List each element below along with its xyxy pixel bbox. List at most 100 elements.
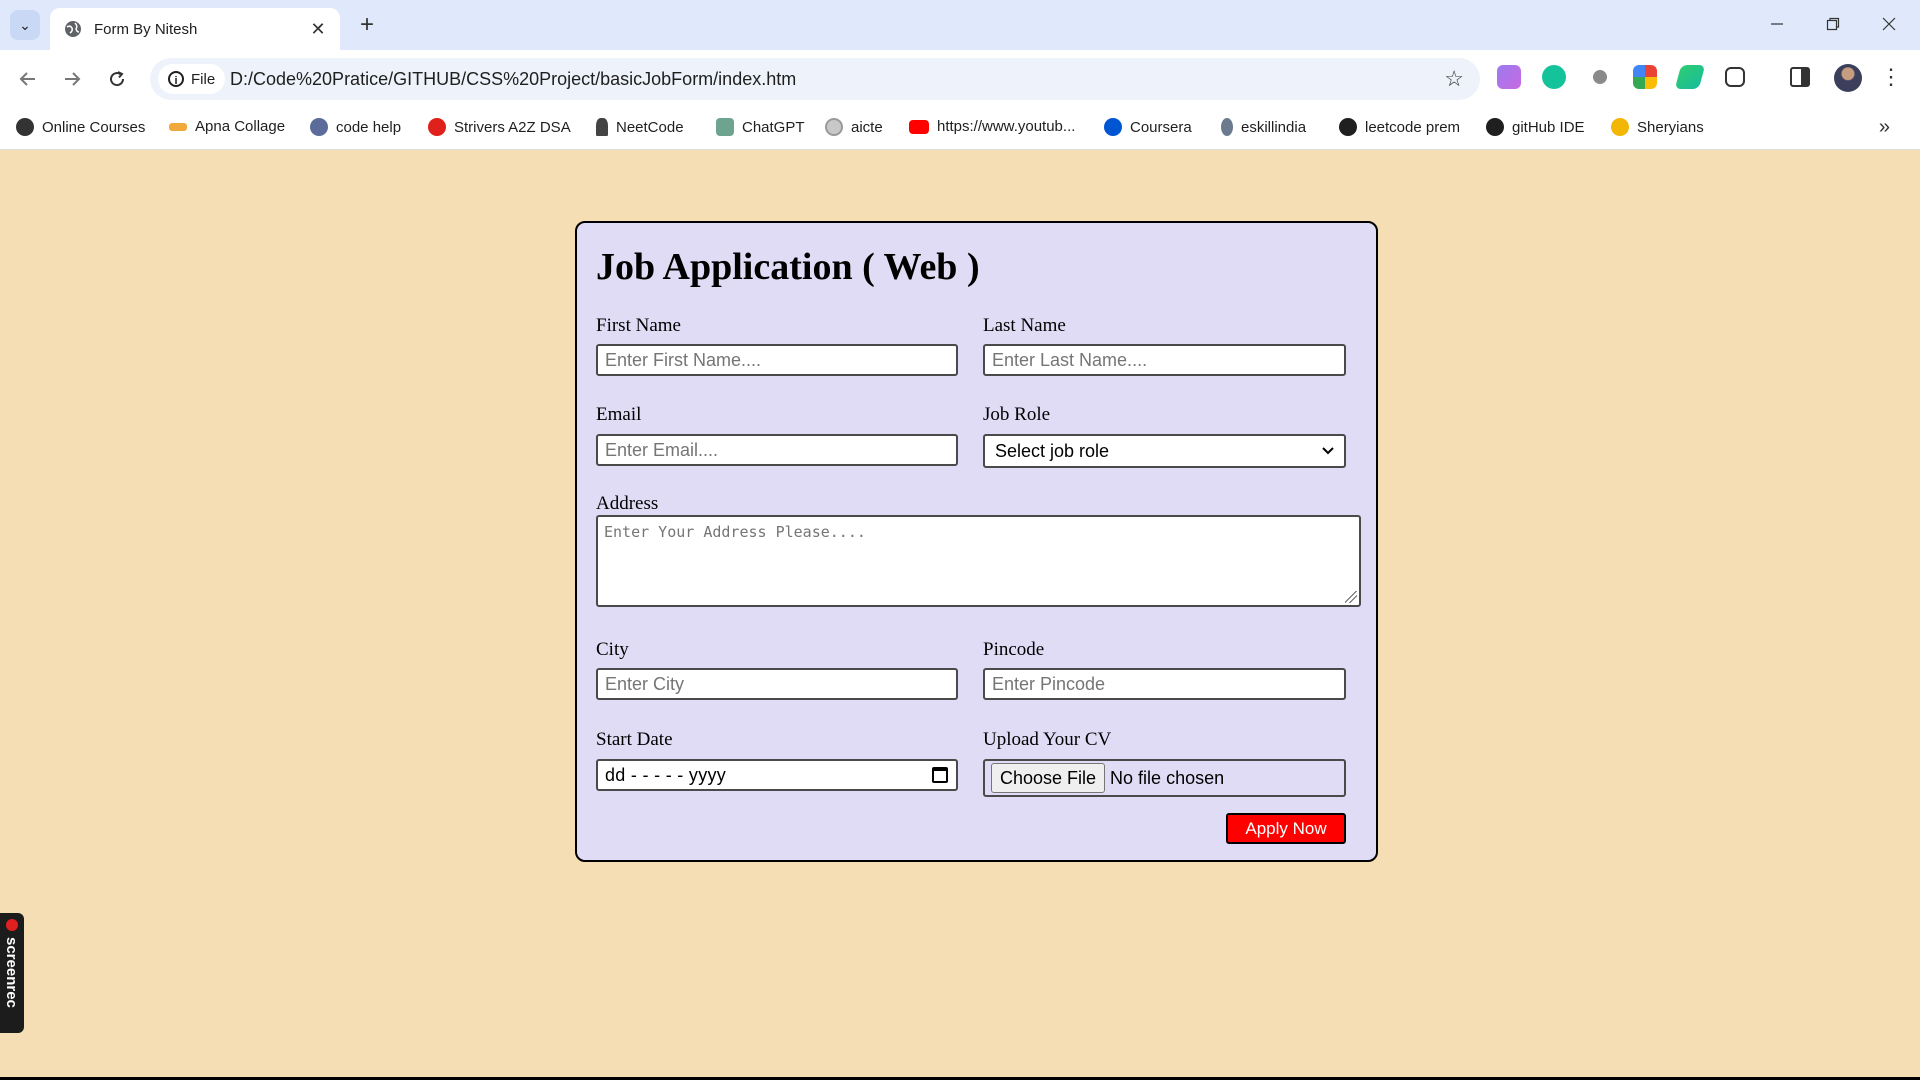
minimize-icon[interactable] <box>1754 8 1800 40</box>
new-tab-button[interactable]: + <box>352 10 382 40</box>
bookmark-github-ide[interactable]: gitHub IDE <box>1486 118 1585 136</box>
bookmark-label: NeetCode <box>616 118 684 136</box>
email-input[interactable] <box>596 434 958 466</box>
bookmark-label: Online Courses <box>42 118 146 136</box>
close-window-icon[interactable] <box>1866 8 1912 40</box>
site-info-chip[interactable]: i File <box>158 64 226 94</box>
codewithharry-icon <box>16 118 34 136</box>
bookmark-label: Coursera <box>1130 118 1192 136</box>
bookmark-star-icon[interactable]: ☆ <box>1444 66 1464 92</box>
address-label: Address <box>596 493 659 514</box>
scheme-label: File <box>191 70 216 88</box>
profile-avatar[interactable] <box>1834 64 1862 92</box>
chatgpt-icon <box>716 118 734 136</box>
eskillindia-icon <box>1221 118 1233 136</box>
bookmark-code-help[interactable]: code help <box>310 118 401 136</box>
bookmark-neetcode[interactable]: NeetCode <box>596 118 684 136</box>
bookmark-eskillindia[interactable]: eskillindia <box>1221 118 1306 136</box>
start-date-value: dd - - - - - yyyy <box>605 764 727 785</box>
bookmark-online-courses[interactable]: Online Courses <box>16 118 145 136</box>
bookmark-sheryians[interactable]: Sheryians <box>1611 118 1704 136</box>
github-icon <box>1339 118 1357 136</box>
page-viewport: Job Application ( Web ) First Name Last … <box>0 150 1920 1080</box>
green-extension-icon[interactable] <box>1674 65 1706 89</box>
start-date-input[interactable]: dd - - - - - yyyy <box>596 759 958 791</box>
address-textarea[interactable] <box>596 515 1361 607</box>
bookmark-label: eskillindia <box>1241 118 1307 136</box>
bookmark-label: https://www.youtub... <box>937 118 1076 135</box>
email-label: Email <box>596 404 642 425</box>
tab-title: Form By Nitesh <box>94 20 198 38</box>
chevron-down-icon <box>1322 447 1334 455</box>
globe-icon <box>65 21 81 37</box>
forward-arrow-icon[interactable] <box>57 64 87 94</box>
coursera-icon <box>1104 118 1122 136</box>
bookmark-label: Sheryians <box>1637 118 1704 136</box>
menu-dots-icon[interactable]: ⋮ <box>1880 64 1902 90</box>
extension-purple-icon[interactable] <box>1497 65 1521 89</box>
info-icon: i <box>168 71 184 87</box>
upload-cv-label: Upload Your CV <box>983 729 1112 750</box>
job-role-label: Job Role <box>983 404 1051 425</box>
grammarly-icon[interactable] <box>1542 65 1566 89</box>
address-bar[interactable]: i File D:/Code%20Pratice/GITHUB/CSS%20Pr… <box>150 58 1480 100</box>
bookmarks-bar: Online Courses Apna Collage code help St… <box>0 108 1920 150</box>
first-name-input[interactable] <box>596 344 958 376</box>
puzzle-extensions-icon[interactable] <box>1725 67 1745 87</box>
bookmark-label: Apna Collage <box>195 118 286 135</box>
record-icon <box>6 919 18 931</box>
bookmark-aicte[interactable]: aicte <box>825 118 883 136</box>
city-input[interactable] <box>596 668 958 700</box>
bookmark-coursera[interactable]: Coursera <box>1104 118 1192 136</box>
pincode-label: Pincode <box>983 639 1045 660</box>
first-name-label: First Name <box>596 315 681 336</box>
bookmark-apna-collage[interactable]: Apna Collage <box>169 118 285 135</box>
city-label: City <box>596 639 629 660</box>
bookmark-label: code help <box>336 118 402 136</box>
bookmark-chatgpt[interactable]: ChatGPT <box>716 118 805 136</box>
more-bookmarks-icon[interactable]: » <box>1879 116 1890 139</box>
apply-now-button[interactable]: Apply Now <box>1226 813 1346 844</box>
bookmark-label: gitHub IDE <box>1512 118 1585 136</box>
url-text[interactable]: D:/Code%20Pratice/GITHUB/CSS%20Project/b… <box>230 69 796 90</box>
back-arrow-icon[interactable] <box>13 64 43 94</box>
job-role-selected-value: Select job role <box>995 440 1110 461</box>
job-application-form: Job Application ( Web ) First Name Last … <box>575 221 1378 862</box>
github-icon <box>1486 118 1504 136</box>
last-name-input[interactable] <box>983 344 1346 376</box>
screenrec-label: screenrec <box>3 937 20 1008</box>
neetcode-icon <box>596 118 608 136</box>
cv-file-input[interactable]: Choose File No file chosen <box>983 759 1346 797</box>
pincode-input[interactable] <box>983 668 1346 700</box>
bookmark-label: leetcode prem <box>1365 118 1461 136</box>
bookmark-leetcode-prem[interactable]: leetcode prem <box>1339 118 1460 136</box>
form-title: Job Application ( Web ) <box>596 246 980 288</box>
color-extension-icon[interactable] <box>1633 65 1657 89</box>
tab-strip: ⌄ Form By Nitesh ✕ + <box>0 0 1920 50</box>
close-tab-icon[interactable]: ✕ <box>308 19 328 40</box>
bookmark-label: aicte <box>851 118 883 136</box>
bookmark-youtube[interactable]: https://www.youtub... <box>909 118 1075 135</box>
tab-search-button[interactable]: ⌄ <box>10 10 40 40</box>
reload-icon[interactable] <box>102 64 132 94</box>
takeuforward-icon <box>428 118 446 136</box>
bug-extension-icon[interactable] <box>1588 65 1612 89</box>
side-panel-icon[interactable] <box>1790 67 1810 87</box>
last-name-label: Last Name <box>983 315 1066 336</box>
bookmark-label: Strivers A2Z DSA <box>454 118 571 136</box>
sheryians-icon <box>1611 118 1629 136</box>
bookmark-label: ChatGPT <box>742 118 805 136</box>
restore-icon[interactable] <box>1810 8 1856 40</box>
screenrec-badge[interactable]: screenrec <box>0 913 24 1033</box>
calendar-icon[interactable] <box>932 767 948 783</box>
youtube-icon <box>909 119 929 134</box>
bookmark-strivers-a2z-dsa[interactable]: Strivers A2Z DSA <box>428 118 571 136</box>
code-help-icon <box>310 118 328 136</box>
browser-tab[interactable]: Form By Nitesh ✕ <box>50 8 340 50</box>
file-status-text: No file chosen <box>1110 767 1225 788</box>
resize-handle-icon[interactable] <box>1345 591 1357 603</box>
choose-file-button[interactable]: Choose File <box>991 763 1106 793</box>
job-role-select[interactable]: Select job role <box>983 434 1346 468</box>
start-date-label: Start Date <box>596 729 673 750</box>
aicte-icon <box>825 118 843 136</box>
